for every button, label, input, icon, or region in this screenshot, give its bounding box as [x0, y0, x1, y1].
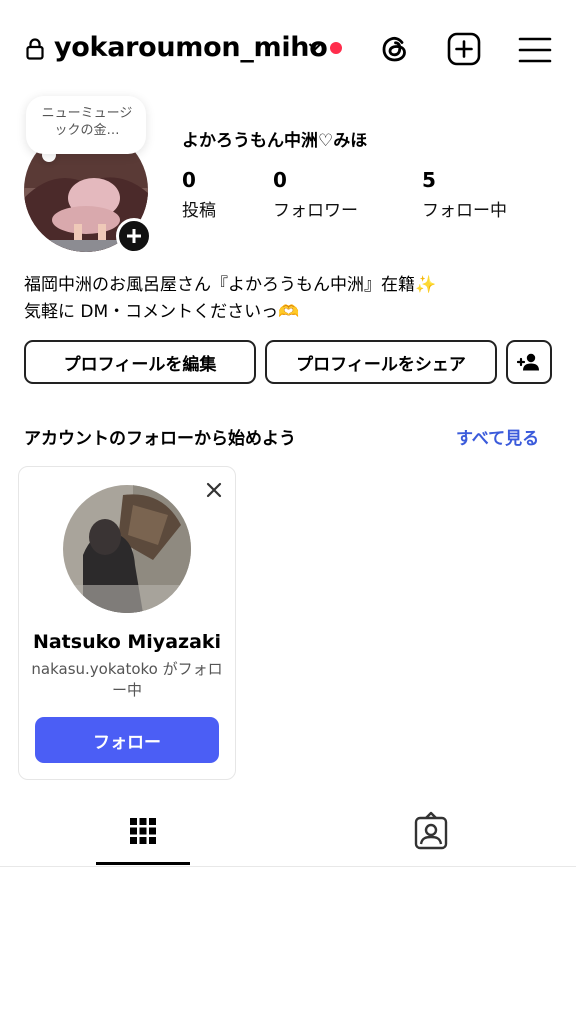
tab-tagged[interactable]: [384, 808, 478, 866]
active-tab-indicator: [96, 862, 190, 865]
chevron-down-icon[interactable]: [308, 42, 322, 52]
add-story-button[interactable]: [116, 218, 152, 254]
notification-dot: [330, 42, 342, 54]
username-switcher[interactable]: yokaroumon_miho: [54, 32, 328, 63]
lock-icon: [26, 38, 44, 60]
suggestion-card: Natsuko Miyazaki nakasu.yokatoko がフォロー中 …: [18, 466, 236, 780]
profile-header: yokaroumon_miho: [0, 0, 576, 100]
followers-count[interactable]: 0: [273, 168, 287, 192]
posts-label[interactable]: 投稿: [182, 196, 216, 221]
following-label[interactable]: フォロー中: [422, 196, 507, 221]
tab-posts-grid[interactable]: [96, 808, 190, 866]
add-post-icon[interactable]: [447, 32, 481, 66]
share-profile-button[interactable]: プロフィールをシェア: [265, 340, 497, 384]
menu-icon[interactable]: [518, 36, 552, 64]
display-name: よかろうもん中洲♡みほ: [182, 131, 368, 151]
suggested-user-avatar[interactable]: [63, 485, 191, 613]
discover-people-button[interactable]: [506, 340, 552, 384]
following-count[interactable]: 5: [422, 168, 436, 192]
suggested-user-context: nakasu.yokatoko がフォロー中: [31, 660, 223, 699]
bio-line: 気軽に DM・コメントくださいっ🫶: [24, 302, 300, 322]
note-text: ニューミュージックの金…: [41, 106, 133, 138]
note-bubble[interactable]: ニューミュージックの金…: [26, 96, 146, 154]
follow-button[interactable]: フォロー: [35, 717, 219, 763]
edit-profile-button[interactable]: プロフィールを編集: [24, 340, 256, 384]
divider: [0, 866, 576, 867]
add-user-icon: [517, 353, 539, 371]
threads-icon[interactable]: [378, 32, 412, 66]
followers-label[interactable]: フォロワー: [273, 196, 358, 221]
bio-line: 福岡中洲のお風呂屋さん『よかろうもん中洲』在籍✨: [24, 275, 437, 295]
suggested-user-name[interactable]: Natsuko Miyazaki: [19, 631, 235, 653]
posts-count[interactable]: 0: [182, 168, 196, 192]
suggestions-title: アカウントのフォローから始めよう: [24, 429, 296, 449]
close-icon[interactable]: [205, 481, 223, 499]
tagged-icon: [414, 811, 448, 850]
grid-icon: [130, 818, 156, 844]
see-all-link[interactable]: すべて見る: [456, 424, 539, 449]
